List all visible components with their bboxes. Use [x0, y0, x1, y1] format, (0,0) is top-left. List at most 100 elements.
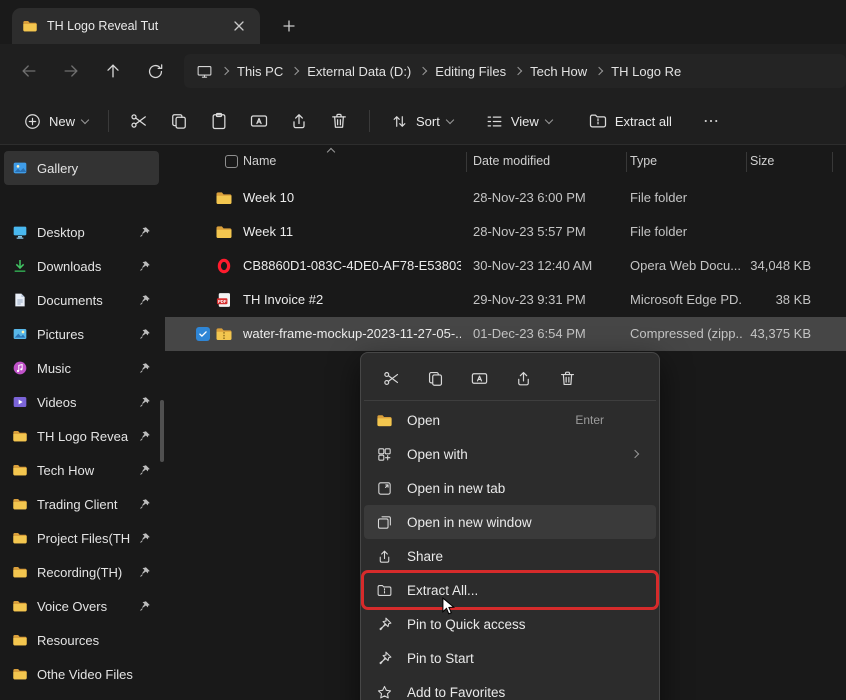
- share-icon[interactable]: [512, 367, 534, 389]
- sidebar-item-resources[interactable]: Resources: [4, 623, 159, 657]
- rename-icon[interactable]: [468, 367, 490, 389]
- file-size: 34,048 KB: [721, 258, 811, 273]
- menu-item-add-to-favorites[interactable]: Add to Favorites: [364, 675, 656, 700]
- menu-item-pin-to-quick-access[interactable]: Pin to Quick access: [364, 607, 656, 641]
- sidebar-item-label: Documents: [37, 293, 130, 308]
- menu-item-extract-all[interactable]: Extract All...: [364, 573, 656, 607]
- paste-button[interactable]: [200, 104, 238, 138]
- view-button[interactable]: View: [476, 105, 561, 138]
- sidebar-item-pictures[interactable]: Pictures: [4, 317, 159, 351]
- sidebar-scrollbar[interactable]: [160, 400, 164, 462]
- column-divider[interactable]: [626, 152, 627, 172]
- tab-title: TH Logo Reveal Tut: [47, 19, 219, 33]
- pin-icon: [139, 362, 151, 374]
- sidebar-item-label: Downloads: [37, 259, 130, 274]
- sidebar-item-label: Resources: [37, 633, 151, 648]
- submenu-chevron-icon: [631, 450, 639, 458]
- extract-all-button[interactable]: Extract all: [579, 104, 681, 138]
- breadcrumb-th-logo[interactable]: TH Logo Re: [611, 64, 681, 79]
- breadcrumb-this-pc[interactable]: This PC: [237, 64, 283, 79]
- breadcrumb-editing-files[interactable]: Editing Files: [435, 64, 506, 79]
- sidebar-item-downloads[interactable]: Downloads: [4, 249, 159, 283]
- menu-item-label: Open: [407, 413, 440, 428]
- sidebar-item-tech-how[interactable]: Tech How: [4, 453, 159, 487]
- sidebar-item-music[interactable]: Music: [4, 351, 159, 385]
- select-all-checkbox[interactable]: [225, 155, 238, 168]
- chevron-down-icon: [545, 115, 553, 123]
- address-bar[interactable]: This PC External Data (D:) Editing Files…: [184, 54, 846, 88]
- cut-button[interactable]: [120, 104, 158, 138]
- sidebar-item-videos[interactable]: Videos: [4, 385, 159, 419]
- sidebar-item-recording[interactable]: Recording(TH): [4, 555, 159, 589]
- file-date: 30-Nov-23 12:40 AM: [473, 258, 592, 273]
- menu-item-open-in-new-tab[interactable]: Open in new tab: [364, 471, 656, 505]
- copy-button[interactable]: [160, 104, 198, 138]
- column-divider[interactable]: [746, 152, 747, 172]
- trash-icon[interactable]: [556, 367, 578, 389]
- breadcrumb-tech-how[interactable]: Tech How: [530, 64, 587, 79]
- menu-item-share[interactable]: Share: [364, 539, 656, 573]
- menu-item-pin-to-start[interactable]: Pin to Start: [364, 641, 656, 675]
- file-row-opera-document[interactable]: CB8860D1-083C-4DE0-AF78-E53803F... 30-No…: [165, 249, 846, 283]
- new-tab-button[interactable]: [278, 15, 300, 37]
- sidebar-item-documents[interactable]: Documents: [4, 283, 159, 317]
- folder-icon: [12, 530, 28, 546]
- refresh-button[interactable]: [138, 54, 172, 88]
- rename-button[interactable]: [240, 104, 278, 138]
- sidebar-item-gallery[interactable]: Gallery: [4, 151, 159, 185]
- back-button[interactable]: [12, 54, 46, 88]
- file-row-th-invoice[interactable]: PDF TH Invoice #2 29-Nov-23 9:31 PM Micr…: [165, 283, 846, 317]
- new-button[interactable]: New: [14, 105, 97, 138]
- menu-item-label: Open with: [407, 447, 468, 462]
- sort-button[interactable]: Sort: [381, 105, 462, 138]
- folder-icon: [215, 223, 233, 241]
- column-divider[interactable]: [832, 152, 833, 172]
- folder-icon: [12, 496, 28, 512]
- copy-icon[interactable]: [424, 367, 446, 389]
- command-toolbar: New Sort: [0, 98, 846, 145]
- pdf-icon: PDF: [215, 291, 233, 309]
- forward-button[interactable]: [54, 54, 88, 88]
- toolbar-separator: [369, 110, 370, 132]
- sidebar-item-desktop[interactable]: Desktop: [4, 215, 159, 249]
- share-button[interactable]: [280, 104, 318, 138]
- file-explorer-window: TH Logo Reveal Tut This PC: [0, 0, 846, 700]
- menu-item-open-in-new-window[interactable]: Open in new window: [364, 505, 656, 539]
- menu-item-label: Add to Favorites: [407, 685, 505, 700]
- row-checkbox-checked[interactable]: [196, 327, 210, 341]
- sidebar-item-th-logo-reveal[interactable]: TH Logo Revea: [4, 419, 159, 453]
- sidebar-item-other-video-files[interactable]: Othe Video Files: [4, 657, 159, 691]
- file-row-week-10[interactable]: Week 10 28-Nov-23 6:00 PM File folder: [165, 181, 846, 215]
- more-icon: [702, 112, 720, 130]
- sidebar-item-project-files[interactable]: Project Files(TH: [4, 521, 159, 555]
- tab-close-icon[interactable]: [228, 15, 250, 37]
- trash-icon: [329, 111, 349, 131]
- sidebar-item-label: Project Files(TH: [37, 531, 130, 546]
- file-row-week-11[interactable]: Week 11 28-Nov-23 5:57 PM File folder: [165, 215, 846, 249]
- column-header-size[interactable]: Size: [750, 154, 774, 168]
- cut-icon[interactable]: [380, 367, 402, 389]
- file-name: CB8860D1-083C-4DE0-AF78-E53803F...: [243, 258, 461, 273]
- menu-item-open[interactable]: Open Enter: [364, 403, 656, 437]
- breadcrumb-external-data[interactable]: External Data (D:): [307, 64, 411, 79]
- column-header-name[interactable]: Name: [243, 154, 276, 168]
- sidebar-item-label: Videos: [37, 395, 130, 410]
- column-header-date[interactable]: Date modified: [473, 154, 550, 168]
- sidebar-item-label: Voice Overs: [37, 599, 130, 614]
- pin-icon: [374, 650, 394, 667]
- file-size: 38 KB: [721, 292, 811, 307]
- gallery-icon: [12, 160, 28, 176]
- folder-icon: [12, 462, 28, 478]
- more-options-button[interactable]: [693, 105, 729, 137]
- pin-icon: [139, 294, 151, 306]
- menu-item-open-with[interactable]: Open with: [364, 437, 656, 471]
- window-tab[interactable]: TH Logo Reveal Tut: [12, 8, 260, 44]
- sidebar-item-voice-overs[interactable]: Voice Overs: [4, 589, 159, 623]
- file-row-water-frame-mockup[interactable]: water-frame-mockup-2023-11-27-05-... 01-…: [165, 317, 846, 351]
- delete-button[interactable]: [320, 104, 358, 138]
- chevron-down-icon: [81, 115, 89, 123]
- up-button[interactable]: [96, 54, 130, 88]
- column-divider[interactable]: [466, 152, 467, 172]
- sidebar-item-trading-client[interactable]: Trading Client: [4, 487, 159, 521]
- column-header-type[interactable]: Type: [630, 154, 657, 168]
